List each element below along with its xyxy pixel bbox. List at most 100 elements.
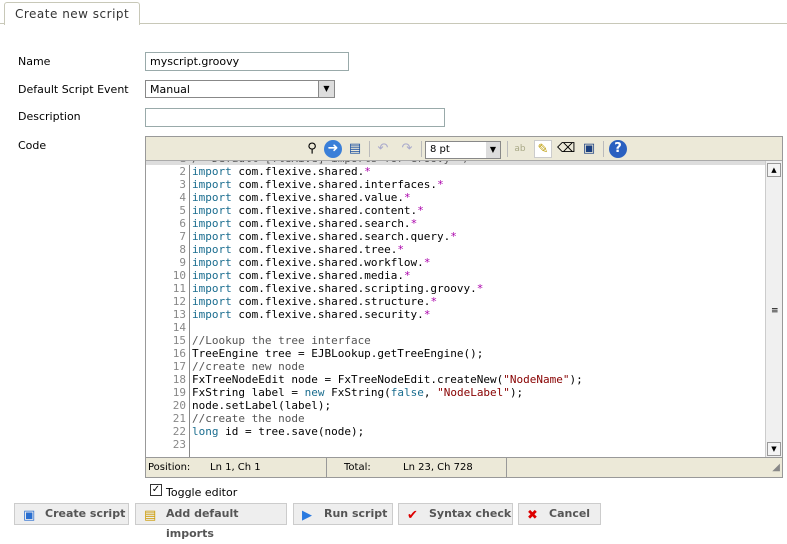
code-token: import [192,282,232,295]
code-token: com.flexive.shared.workflow. [231,256,424,269]
code-line[interactable]: 21 //create the node [146,412,766,425]
scroll-up-icon[interactable]: ▲ [767,163,781,177]
code-line[interactable]: 4 import com.flexive.shared.value.* [146,191,766,204]
save-icon: ▣ [23,508,36,523]
line-number: 10 [172,269,186,282]
add-default-imports-button[interactable]: ▤ Add default imports [135,503,287,540]
editor-toolbar: ⚲ ➜ ▤ ↶ ↷ 8 pt ▼ ab ✎ ⌫ ▣ ? [146,137,782,161]
cancel-button[interactable]: ✖ Cancel [518,503,601,525]
code-token: import [192,269,232,282]
code-token: com.flexive.shared.media. [231,269,404,282]
chevron-down-icon: ▼ [318,81,334,97]
search-icon[interactable]: ⚲ [303,140,321,158]
code-token: import [192,295,232,308]
help-icon[interactable]: ? [609,140,627,158]
vertical-scrollbar[interactable]: ▲ ≡ ▼ [765,161,782,458]
syntax-check-button[interactable]: ✔ Syntax check [398,503,513,525]
code-token: * [417,204,424,217]
code-line[interactable]: 20 node.setLabel(label); [146,399,766,412]
imports-icon: ▤ [144,508,157,523]
code-line[interactable]: 7 import com.flexive.shared.search.query.… [146,230,766,243]
name-input[interactable]: myscript.groovy [145,52,349,71]
code-line[interactable]: 17 //create new node [146,360,766,373]
fullscreen-icon[interactable]: ▤ [346,140,364,158]
button-label: Add default imports [166,507,239,540]
redo-icon[interactable]: ↷ [398,140,416,158]
code-label: Code [18,139,47,152]
button-label: Syntax check [429,507,512,520]
tab-create-new-script[interactable]: Create new script [4,2,141,25]
code-line[interactable]: 3 import com.flexive.shared.interfaces.* [146,178,766,191]
total-value: Ln 23, Ch 728 [403,462,473,473]
code-line[interactable]: 22 long id = tree.save(node); [146,425,766,438]
goto-line-icon[interactable]: ➜ [324,140,342,158]
line-number: 11 [172,282,186,295]
font-size-select[interactable]: 8 pt ▼ [425,141,501,159]
code-token: ); [509,386,524,399]
code-line[interactable]: 23 [146,438,766,451]
event-label: Default Script Event [18,83,129,96]
code-area[interactable]: 1/* Default [fleXive] imports for Groovy… [146,161,766,458]
code-token: FxString label = [192,386,305,399]
code-token: import [192,243,232,256]
code-token: "NodeName" [503,373,570,386]
code-line[interactable]: 8 import com.flexive.shared.tree.* [146,243,766,256]
code-line[interactable]: 9 import com.flexive.shared.workflow.* [146,256,766,269]
word-wrap-icon[interactable]: ▣ [580,140,598,158]
total-label: Total: [344,462,371,473]
code-line[interactable]: 10 import com.flexive.shared.media.* [146,269,766,282]
code-line[interactable]: 18 FxTreeNodeEdit node = FxTreeNodeEdit.c… [146,373,766,386]
code-line[interactable]: 19 FxString label = new FxString(false, "… [146,386,766,399]
code-line[interactable]: 2 import com.flexive.shared.* [146,165,766,178]
code-token: * [476,282,484,295]
scroll-down-icon[interactable]: ▼ [767,442,781,456]
syntax-check-icon: ✔ [407,508,418,523]
event-value: Manual [150,83,190,96]
line-number: 14 [172,321,186,334]
toggle-editor-checkbox[interactable]: ✓ [150,484,162,496]
code-token: , [423,386,438,399]
code-token: new [304,386,325,399]
code-line[interactable]: 12 import com.flexive.shared.structure.* [146,295,766,308]
editor-status-bar: Position: Ln 1, Ch 1 Total: Ln 23, Ch 72… [146,457,782,477]
undo-icon[interactable]: ↶ [374,140,392,158]
code-token: import [192,256,232,269]
resize-handle-icon[interactable]: ◢ [772,458,780,477]
code-token: long [192,425,219,438]
line-number: 3 [179,178,186,191]
code-line[interactable]: 6 import com.flexive.shared.search.* [146,217,766,230]
code-token: import [192,217,232,230]
code-editor: ⚲ ➜ ▤ ↶ ↷ 8 pt ▼ ab ✎ ⌫ ▣ ? 1/* Default [… [145,136,783,478]
line-number: 19 [172,386,186,399]
code-line[interactable]: 15 //Lookup the tree interface [146,334,766,347]
cancel-icon: ✖ [527,508,538,523]
line-number: 17 [172,360,186,373]
code-line[interactable]: 11 import com.flexive.shared.scripting.gr… [146,282,766,295]
code-token: node.setLabel(label); [192,399,332,412]
line-number: 8 [179,243,186,256]
code-token: TreeEngine tree = EJBLookup.getTreeEngin… [192,347,484,360]
code-line[interactable]: 5 import com.flexive.shared.content.* [146,204,766,217]
code-token: * [437,178,444,191]
code-token: * [430,295,438,308]
tab-bar: Create new script [0,0,787,25]
code-token: com.flexive.shared.search.query. [231,230,451,243]
spellcheck-icon[interactable]: ab [511,140,529,158]
reset-icon[interactable]: ⌫ [557,140,575,158]
line-number: 23 [172,438,186,451]
line-number: 13 [172,308,186,321]
line-number: 9 [179,256,186,269]
description-input[interactable] [145,108,445,127]
run-script-button[interactable]: ▶ Run script [293,503,393,525]
highlight-icon[interactable]: ✎ [534,140,552,158]
code-line[interactable]: 13 import com.flexive.shared.security.* [146,308,766,321]
code-token: com.flexive.shared.interfaces. [231,178,438,191]
line-number: 16 [172,347,186,360]
code-token: FxTreeNodeEdit node = FxTreeNodeEdit.cre… [192,373,504,386]
code-line[interactable]: 14 [146,321,766,334]
code-token: * [423,308,431,321]
event-select[interactable]: Manual ▼ [145,80,335,98]
create-script-button[interactable]: ▣ Create script [14,503,129,525]
code-line[interactable]: 16 TreeEngine tree = EJBLookup.getTreeEng… [146,347,766,360]
code-token: com.flexive.shared.scripting.groovy. [231,282,477,295]
